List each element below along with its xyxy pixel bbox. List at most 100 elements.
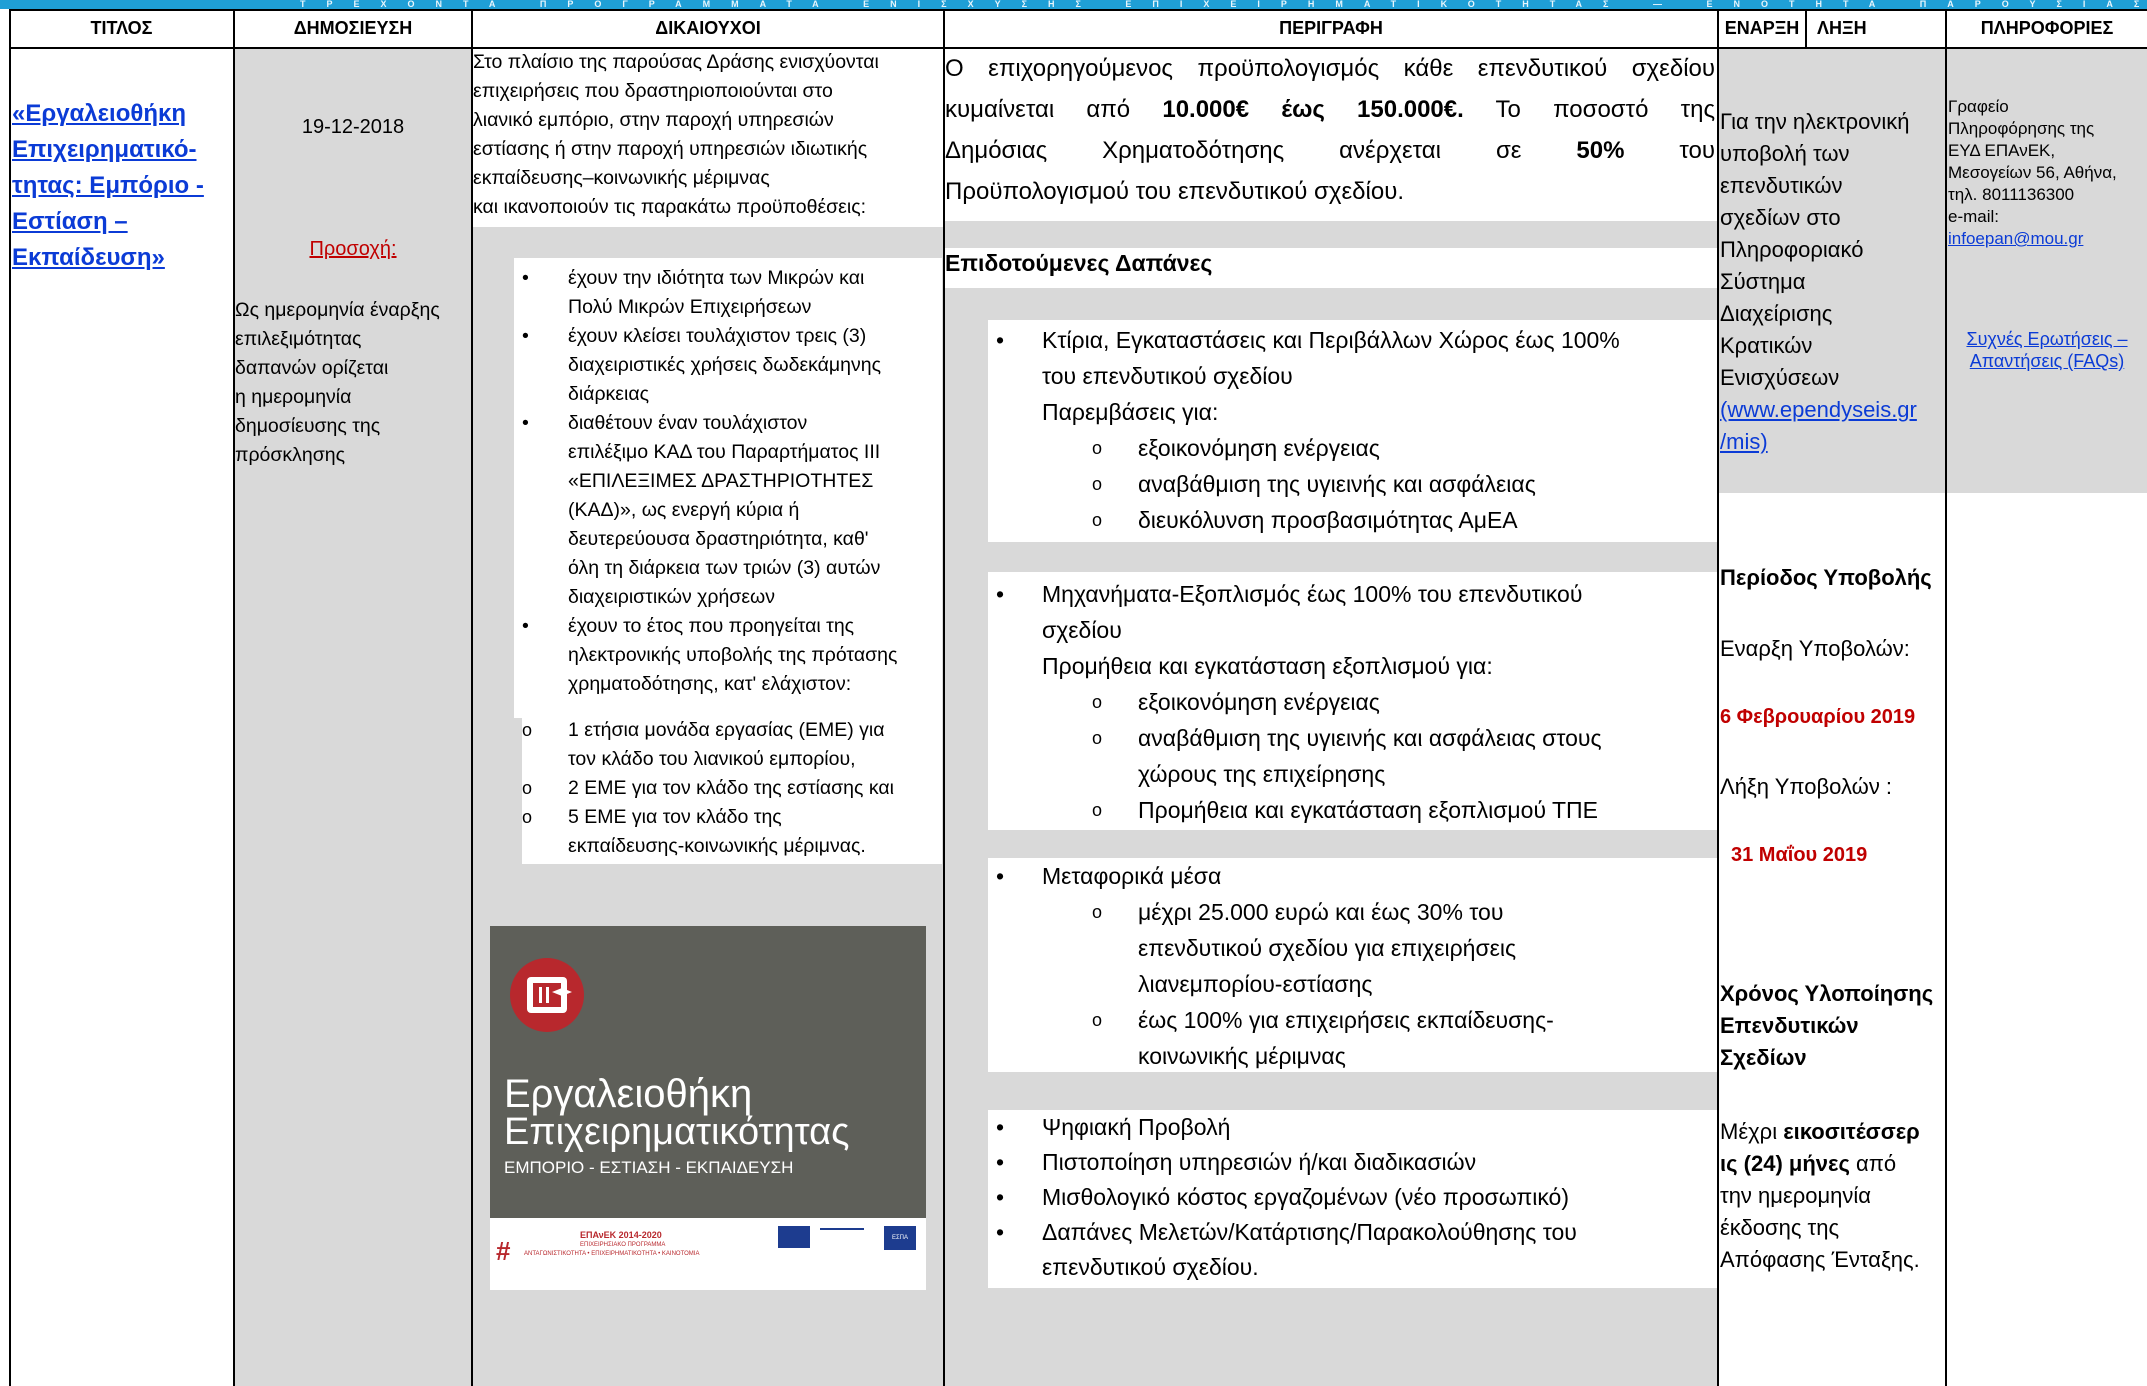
criteria-line: (ΚΑΔ)», ως ενεργή κύρια ή bbox=[568, 499, 800, 521]
office-line: τηλ. 8011136300 bbox=[1948, 185, 2075, 204]
beneficiaries-intro: Στο πλαίσιο της παρούσας Δράσης ενισχύον… bbox=[473, 48, 943, 222]
faq-link-line[interactable]: Συχνές Ερωτήσεις – bbox=[1948, 328, 2146, 350]
implementation-label: Χρόνος Υλοποίησης Επενδυτικών Σχεδίων bbox=[1720, 978, 1933, 1074]
expense-bullet: Πιστοποίηση υπηρεσιών ή/και διαδικασιών bbox=[988, 1145, 1716, 1180]
implementation-text: Μέχρι εικοσιτέσσερ ις (24) μήνες από την… bbox=[1720, 1116, 1946, 1276]
expense-subitem-line: αναβάθμιση της υγιεινής και ασφάλειας bbox=[1138, 471, 1536, 497]
impl-fragment: ις (24) μήνες bbox=[1720, 1151, 1850, 1176]
col-border-0 bbox=[9, 9, 11, 1386]
title-link-line[interactable]: τητας: Εμπόριο - bbox=[12, 168, 232, 204]
expense-subitem-line: χώρους της επιχείρησης bbox=[1138, 761, 1386, 787]
expense-subitem-line: εξοικονόμηση ενέργειας bbox=[1138, 435, 1380, 461]
expense-line: Κτίρια, Εγκαταστάσεις και Περιβάλλων Χώρ… bbox=[1042, 327, 1620, 353]
header-description: ΠΕΡΙΓΡΑΦΗ bbox=[945, 9, 1717, 48]
expense-bullet: Μεταφορικά μέσα bbox=[988, 858, 1716, 894]
title-link-line[interactable]: «Εργαλειοθήκη bbox=[12, 96, 232, 132]
expenses-heading: Επιδοτούμενες Δαπάνες bbox=[945, 250, 1213, 276]
budget-line: Δημόσιας Χρηματοδότησης ανέρχεται σε 50%… bbox=[945, 130, 1715, 171]
header-start: ΕΝΑΡΞΗ bbox=[1719, 9, 1805, 48]
criteria-line: έχουν την ιδιότητα των Μικρών και bbox=[568, 267, 865, 289]
expense-subheading: Προμήθεια και εγκατάσταση εξοπλισμού για… bbox=[1042, 653, 1493, 679]
expense-subitem: διευκόλυνση προσβασιμότητας ΑμΕΑ bbox=[1084, 502, 1716, 538]
hashtag-icon: # bbox=[496, 1236, 511, 1266]
expense-group-1: Κτίρια, Εγκαταστάσεις και Περιβάλλων Χώρ… bbox=[988, 322, 1716, 538]
submission-line: Για την ηλεκτρονική bbox=[1720, 109, 1910, 134]
submission-line: σχεδίων στο bbox=[1720, 205, 1841, 230]
budget-fragment: του bbox=[1624, 137, 1716, 164]
expense-line: του επενδυτικού σχεδίου bbox=[1042, 363, 1293, 389]
criteria-item: διαθέτουν έναν τουλάχιστον επιλέξιμο ΚΑΔ… bbox=[514, 409, 944, 612]
logo-footer: # ΕΠΑνΕΚ 2014-2020 ΕΠΙΧΕΙΡΗΣΙΑΚΟ ΠΡΟΓΡΑΜ… bbox=[490, 1218, 926, 1290]
budget-fragment: Το ποσοστό της bbox=[1463, 96, 1716, 123]
impl-line: Απόφασης Ένταξης. bbox=[1720, 1247, 1920, 1272]
expense-subitem-line: μέχρι 25.000 ευρώ και έως 30% του bbox=[1138, 899, 1504, 925]
expense-line: επενδυτικού σχεδίου. bbox=[1042, 1254, 1259, 1280]
intro-line: εστίασης ή στην παροχή υπηρεσιών ιδιωτικ… bbox=[473, 138, 868, 160]
mis-link[interactable]: (www.ependyseis.gr bbox=[1720, 394, 1946, 426]
logo-program: ΕΠΑνΕΚ 2014-2020 bbox=[580, 1230, 662, 1240]
office-line: Γραφείο bbox=[1948, 97, 2009, 116]
expense-subitem: αναβάθμιση της υγιεινής και ασφάλειας bbox=[1084, 466, 1716, 502]
expense-group-2: Μηχανήματα-Εξοπλισμός έως 100% του επενδ… bbox=[988, 576, 1716, 828]
subcriteria-list: 1 ετήσια μονάδα εργασίας (ΕΜΕ) για τον κ… bbox=[514, 716, 944, 861]
expense-subitem: Προμήθεια και εγκατάσταση εξοπλισμού ΤΠΕ bbox=[1084, 792, 1716, 828]
criteria-line: διαχειριστικές χρήσεις δωδεκάμηνης bbox=[568, 354, 882, 376]
expense-bullet: Μισθολογικό κόστος εργαζομένων (νέο προσ… bbox=[988, 1180, 1716, 1215]
title-link-line[interactable]: Εστίαση – bbox=[12, 204, 232, 240]
mis-link[interactable]: /mis) bbox=[1720, 426, 1946, 458]
subcriteria-item: 1 ετήσια μονάδα εργασίας (ΕΜΕ) για τον κ… bbox=[514, 716, 944, 774]
criteria-line: επιλέξιμο ΚΑΔ του Παραρτήματος ΙΙΙ bbox=[568, 441, 881, 463]
title-link[interactable]: «Εργαλειοθήκη Επιχειρηματικό- τητας: Εμπ… bbox=[12, 96, 232, 276]
criteria-line: διαθέτουν έναν τουλάχιστον bbox=[568, 412, 808, 434]
faq-link[interactable]: Συχνές Ερωτήσεις – Απαντήσεις (FAQs) bbox=[1948, 328, 2146, 372]
budget-line: Ο επιχορηγούμενος προϋπολογισμός κάθε επ… bbox=[945, 48, 1715, 89]
expense-subitem-line: εξοικονόμηση ενέργειας bbox=[1138, 689, 1380, 715]
expense-subitem-line: έως 100% για επιχειρήσεις εκπαίδευσης- bbox=[1138, 1007, 1554, 1033]
impl-line: έκδοσης της bbox=[1720, 1215, 1840, 1240]
impl-fragment: εικοσιτέσσερ bbox=[1783, 1119, 1920, 1144]
expense-bullet: Κτίρια, Εγκαταστάσεις και Περιβάλλων Χώρ… bbox=[988, 322, 1716, 430]
header-publication: ΔΗΜΟΣΙΕΥΣΗ bbox=[235, 9, 471, 48]
criteria-item: έχουν την ιδιότητα των Μικρών και Πολύ Μ… bbox=[514, 264, 944, 322]
criteria-item: έχουν το έτος που προηγείται της ηλεκτρο… bbox=[514, 612, 944, 699]
expense-line: Μισθολογικό κόστος εργαζομένων (νέο προσ… bbox=[1042, 1184, 1569, 1210]
subcriteria-line: 1 ετήσια μονάδα εργασίας (ΕΜΕ) για bbox=[568, 719, 885, 741]
logo-program-sub2: ΑΝΤΑΓΩΝΙΣΤΙΚΟΤΗΤΑ • ΕΠΙΧΕΙΡΗΜΑΤΙΚΟΤΗΤΑ •… bbox=[524, 1251, 700, 1257]
notice-line: επιλεξιμότητας bbox=[235, 328, 362, 350]
header-title: ΤΙΤΛΟΣ bbox=[10, 9, 233, 48]
title-link-line[interactable]: Επιχειρηματικό- bbox=[12, 132, 232, 168]
notice-text: Ως ημερομηνία έναρξης επιλεξιμότητας δαπ… bbox=[235, 296, 471, 470]
submission-line: Σύστημα bbox=[1720, 269, 1806, 294]
logo-subtitle: ΕΜΠΟΡΙΟ - ΕΣΤΙΑΣΗ - ΕΚΠΑΙΔΕΥΣΗ bbox=[504, 1158, 794, 1177]
intro-line: επιχειρήσεις που δραστηριοποιούνται στο bbox=[473, 80, 833, 102]
faq-link-line[interactable]: Απαντήσεις (FAQs) bbox=[1948, 350, 2146, 372]
expense-bullet: Ψηφιακή Προβολή bbox=[988, 1110, 1716, 1145]
subcriteria-line: 2 ΕΜΕ για τον κλάδο της εστίασης και bbox=[568, 777, 894, 799]
intro-line: λιανικό εμπόριο, στην παροχή υπηρεσιών bbox=[473, 109, 834, 131]
budget-fragment: Δημόσιας Χρηματοδότησης ανέρχεται σε bbox=[945, 137, 1577, 164]
end-date: 31 Μαΐου 2019 bbox=[1731, 844, 1868, 866]
header-info: ΠΛΗΡΟΦΟΡΙΕΣ bbox=[1947, 9, 2147, 48]
criteria-line: «ΕΠΙΛΕΞΙΜΕΣ ΔΡΑΣΤΗΡΙΟΤΗΤΕΣ bbox=[568, 470, 874, 492]
email-link[interactable]: infoepan@mou.gr bbox=[1948, 228, 2146, 250]
expense-subitem-line: διευκόλυνση προσβασιμότητας ΑμΕΑ bbox=[1138, 507, 1518, 533]
submission-line: επενδυτικών bbox=[1720, 173, 1843, 198]
criteria-line: διάρκειας bbox=[568, 383, 649, 405]
criteria-line: ηλεκτρονικής υποβολής της πρότασης bbox=[568, 644, 898, 666]
intro-line: και ικανοποιούν τις παρακάτω προϋποθέσει… bbox=[473, 196, 867, 218]
expense-subitem: εξοικονόμηση ενέργειας bbox=[1084, 430, 1716, 466]
expense-subitem: έως 100% για επιχειρήσεις εκπαίδευσης-κο… bbox=[1084, 1002, 1716, 1074]
col-border-start-end bbox=[1805, 9, 1807, 48]
title-link-line[interactable]: Εκπαίδευση» bbox=[12, 240, 232, 276]
funding-rate: 50% bbox=[1576, 137, 1625, 164]
expense-bullet: Δαπάνες Μελετών/Κατάρτισης/Παρακολούθηση… bbox=[988, 1215, 1716, 1285]
criteria-line: έχουν το έτος που προηγείται της bbox=[568, 615, 855, 637]
expense-subitem: μέχρι 25.000 ευρώ και έως 30% του επενδυτ… bbox=[1084, 894, 1716, 1002]
expense-subitem-line: λιανεμπορίου-εστίασης bbox=[1138, 971, 1373, 997]
notice-line: η ημερομηνία bbox=[235, 386, 352, 408]
header-end: ΛΗΞΗ bbox=[1807, 9, 1877, 48]
budget-text: Ο επιχορηγούμενος προϋπολογισμός κάθε επ… bbox=[945, 48, 1715, 212]
notice-label: Προσοχή: bbox=[309, 238, 397, 260]
impl-label-line: Σχεδίων bbox=[1720, 1045, 1807, 1070]
expense-subitem: εξοικονόμηση ενέργειας bbox=[1084, 684, 1716, 720]
